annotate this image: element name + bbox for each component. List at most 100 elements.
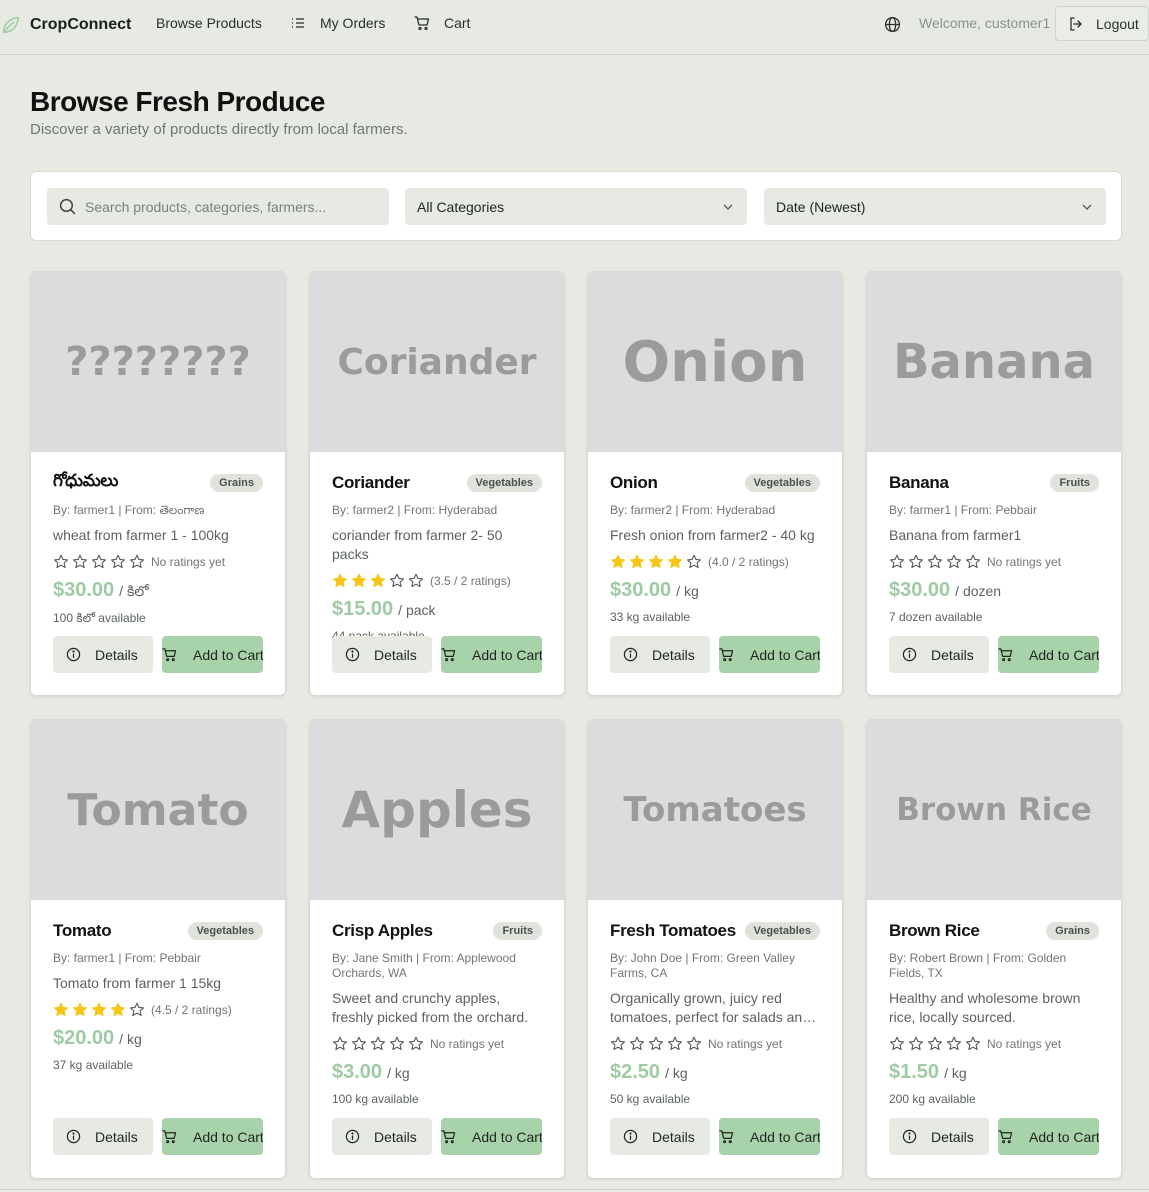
product-image: Apples bbox=[310, 720, 564, 900]
product-price: $3.00 bbox=[332, 1061, 383, 1083]
chevron-down-icon bbox=[723, 204, 733, 210]
product-name: Tomato bbox=[53, 921, 112, 940]
product-rating: No ratings yet bbox=[53, 553, 263, 571]
info-icon bbox=[902, 647, 917, 662]
star-empty-icon bbox=[110, 554, 126, 569]
nav-my-orders-label: My Orders bbox=[320, 15, 386, 31]
cart-icon bbox=[162, 1130, 177, 1144]
details-label: Details bbox=[95, 1128, 138, 1145]
add-to-cart-button[interactable]: Add to Cart bbox=[162, 1118, 263, 1155]
details-button[interactable]: Details bbox=[610, 636, 710, 673]
add-to-cart-button[interactable]: Add to Cart bbox=[719, 1118, 820, 1155]
product-price: $30.00 bbox=[53, 579, 115, 601]
product-card-body: Tomato Vegetables By: farmer1 | From: Peb… bbox=[31, 920, 285, 1072]
product-card: Banana Banana Fruits By: farmer1 | From: … bbox=[866, 271, 1122, 696]
product-unit: / dozen bbox=[955, 583, 1002, 599]
star-empty-icon bbox=[129, 554, 145, 569]
brand-name: CropConnect bbox=[30, 16, 132, 33]
product-image: Tomatoes bbox=[588, 720, 842, 900]
details-button[interactable]: Details bbox=[332, 636, 432, 673]
add-to-cart-button[interactable]: Add to Cart bbox=[441, 636, 542, 673]
details-label: Details bbox=[374, 646, 417, 663]
info-icon bbox=[902, 1129, 917, 1144]
product-unit: / కిలో bbox=[119, 583, 149, 599]
add-to-cart-label: Add to Cart bbox=[472, 646, 542, 663]
product-card-body: Fresh Tomatoes Vegetables By: John Doe | … bbox=[588, 920, 842, 1106]
category-badge: Fruits bbox=[1050, 474, 1099, 492]
details-button[interactable]: Details bbox=[889, 636, 989, 673]
product-card: Apples Crisp Apples Fruits By: Jane Smith… bbox=[309, 719, 565, 1179]
product-image-text: Brown Rice bbox=[896, 792, 1092, 828]
star-empty-icon bbox=[908, 1036, 924, 1051]
cart-icon bbox=[998, 648, 1013, 662]
add-to-cart-button[interactable]: Add to Cart bbox=[719, 636, 820, 673]
nav-my-orders[interactable]: My Orders bbox=[290, 15, 385, 31]
product-farmer: By: farmer1 | From: Pebbair bbox=[889, 503, 1037, 517]
add-to-cart-button[interactable]: Add to Cart bbox=[998, 636, 1099, 673]
add-to-cart-button[interactable]: Add to Cart bbox=[162, 636, 263, 673]
info-icon bbox=[623, 647, 638, 662]
product-description: wheat from farmer 1 - 100kg bbox=[53, 527, 229, 543]
category-select[interactable]: All Categories bbox=[405, 188, 747, 225]
globe-icon[interactable] bbox=[884, 16, 901, 33]
product-description: Banana from farmer1 bbox=[889, 527, 1022, 543]
product-unit: / kg bbox=[944, 1065, 967, 1081]
details-button[interactable]: Details bbox=[889, 1118, 989, 1155]
details-button[interactable]: Details bbox=[332, 1118, 432, 1155]
sort-select[interactable]: Date (Newest) bbox=[764, 188, 1106, 225]
star-filled-icon bbox=[110, 1002, 126, 1017]
sort-select-value: Date (Newest) bbox=[776, 198, 866, 215]
search-input[interactable] bbox=[85, 198, 375, 215]
cart-icon bbox=[441, 648, 456, 662]
star-empty-icon bbox=[332, 1036, 348, 1051]
star-empty-icon bbox=[72, 554, 88, 569]
details-button[interactable]: Details bbox=[53, 1118, 153, 1155]
logout-button[interactable]: Logout bbox=[1055, 6, 1149, 41]
star-filled-icon bbox=[667, 554, 683, 569]
product-name: Fresh Tomatoes bbox=[610, 921, 736, 940]
info-icon bbox=[345, 647, 360, 662]
details-button[interactable]: Details bbox=[610, 1118, 710, 1155]
add-to-cart-button[interactable]: Add to Cart bbox=[441, 1118, 542, 1155]
nav-cart[interactable]: Cart bbox=[414, 15, 470, 31]
product-card-body: Onion Vegetables By: farmer2 | From: Hyde… bbox=[588, 472, 842, 624]
product-unit: / kg bbox=[119, 1031, 142, 1047]
card-actions: Details Add to Cart bbox=[53, 1118, 263, 1155]
product-image-text: Tomato bbox=[67, 784, 249, 836]
search-box[interactable] bbox=[47, 188, 389, 225]
product-price: $20.00 bbox=[53, 1027, 115, 1049]
star-filled-icon bbox=[53, 1002, 69, 1017]
cart-icon bbox=[998, 1130, 1013, 1144]
add-to-cart-label: Add to Cart bbox=[1029, 1128, 1099, 1145]
star-empty-icon bbox=[667, 1036, 683, 1051]
nav-browse-products[interactable]: Browse Products bbox=[156, 15, 262, 31]
product-card-body: Brown Rice Grains By: Robert Brown | From… bbox=[867, 920, 1121, 1106]
star-empty-icon bbox=[129, 1002, 145, 1017]
star-empty-icon bbox=[889, 554, 905, 569]
product-name: Coriander bbox=[332, 473, 410, 492]
info-icon bbox=[66, 647, 81, 662]
star-empty-icon bbox=[389, 1036, 405, 1051]
category-badge: Grains bbox=[1046, 922, 1099, 940]
list-icon bbox=[292, 18, 304, 28]
product-price: $15.00 bbox=[332, 598, 394, 620]
product-farmer: By: farmer1 | From: తెలంగాణ bbox=[53, 503, 205, 517]
product-card: Tomato Tomato Vegetables By: farmer1 | Fr… bbox=[30, 719, 286, 1179]
star-empty-icon bbox=[389, 573, 405, 588]
cart-icon bbox=[441, 1130, 456, 1144]
product-availability: 33 kg available bbox=[610, 610, 691, 624]
add-to-cart-label: Add to Cart bbox=[1029, 646, 1099, 663]
brand[interactable]: CropConnect bbox=[0, 14, 131, 36]
details-button[interactable]: Details bbox=[53, 636, 153, 673]
product-price: $1.50 bbox=[889, 1061, 940, 1083]
star-empty-icon bbox=[908, 554, 924, 569]
product-image: Coriander bbox=[310, 272, 564, 452]
product-card-body: గోధుమలు Grains By: farmer1 | From: తెలంగా… bbox=[31, 471, 285, 628]
product-farmer: By: farmer1 | From: Pebbair bbox=[53, 951, 201, 965]
rating-text: (3.5 / 2 ratings) bbox=[430, 574, 511, 588]
star-filled-icon bbox=[332, 573, 348, 588]
star-empty-icon bbox=[408, 573, 424, 588]
info-icon bbox=[623, 1129, 638, 1144]
add-to-cart-button[interactable]: Add to Cart bbox=[998, 1118, 1099, 1155]
product-rating: (3.5 / 2 ratings) bbox=[332, 572, 542, 590]
